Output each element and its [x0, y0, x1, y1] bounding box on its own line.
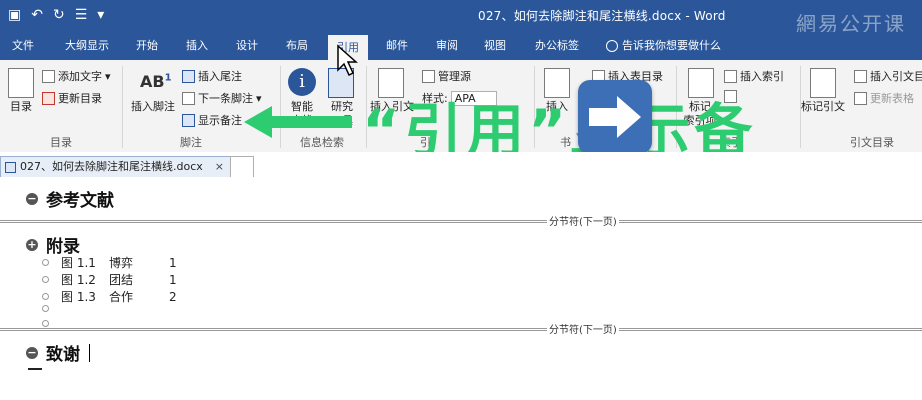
insert-table-of-authorities-button[interactable]: 插入引文目 — [854, 68, 922, 84]
show-notes-icon — [182, 113, 195, 127]
insert-footnote-icon: AB1 — [140, 72, 172, 91]
update-table-button[interactable]: 更新表格 — [854, 90, 914, 106]
list-item[interactable] — [42, 305, 61, 312]
list-item[interactable]: 图 1.1 博弈 1 — [42, 254, 177, 271]
next-footnote-button[interactable]: 下一条脚注 ▾ — [182, 90, 262, 106]
quick-access-toolbar: ▣ ↶ ↻ ☰ ▾ — [8, 6, 104, 24]
tab-view[interactable]: 视图 — [478, 32, 512, 60]
window-title: 027、如何去除脚注和尾注横线.docx - Word — [478, 9, 726, 23]
group-separator — [122, 66, 123, 148]
add-text-icon — [42, 69, 55, 83]
document-tab-strip: 027、如何去除脚注和尾注横线.docx × — [0, 152, 922, 179]
expand-icon[interactable]: + — [26, 238, 38, 251]
group-label-toc: 目录 — [50, 136, 72, 149]
outline-bullet-icon — [42, 276, 49, 283]
tab-office-tab[interactable]: 办公标签 — [528, 32, 586, 60]
tab-home[interactable]: 开始 — [130, 32, 164, 60]
tab-review[interactable]: 审阅 — [430, 32, 464, 60]
section-break: 分节符(下一页) — [0, 213, 922, 228]
text-cursor — [89, 343, 90, 362]
right-arrow-emoji-icon — [578, 80, 652, 154]
manage-sources-icon — [422, 69, 435, 83]
insert-toa-icon — [854, 69, 867, 83]
add-text-button[interactable]: 添加文字 ▾ — [42, 68, 111, 84]
tab-mailings[interactable]: 邮件 — [380, 32, 414, 60]
heading-references[interactable]: − 参考文献 — [26, 186, 114, 211]
ribbon-tabs: 文件 大纲显示 开始 插入 设计 布局 引用 邮件 审阅 视图 办公标签 告诉我… — [0, 32, 922, 60]
underline-mark — [28, 368, 42, 370]
customize-icon[interactable]: ▾ — [97, 6, 104, 24]
document-tab-title: 027、如何去除脚注和尾注横线.docx — [20, 160, 203, 173]
word-doc-icon — [5, 161, 16, 173]
bullets-icon[interactable]: ☰ — [75, 6, 88, 24]
group-label-footnotes: 脚注 — [180, 136, 202, 149]
mouse-cursor-icon — [337, 44, 358, 77]
insert-footnote-button[interactable]: 插入脚注 — [128, 100, 178, 114]
update-toc-button[interactable]: 更新目录 — [42, 90, 102, 106]
list-item[interactable]: 图 1.2 团结 1 — [42, 271, 177, 288]
document-body[interactable]: − 参考文献 分节符(下一页) + 附录 图 1.1 博弈 1 图 1.2 团结… — [0, 178, 922, 400]
tell-me-text: 告诉我你想要做什么 — [622, 39, 721, 52]
next-footnote-icon — [182, 91, 195, 105]
show-notes-button[interactable]: 显示备注 — [182, 112, 242, 128]
update-icon — [42, 91, 55, 105]
save-icon[interactable]: ▣ — [8, 6, 21, 24]
insert-endnote-icon — [182, 69, 195, 83]
outline-bullet-icon — [42, 293, 49, 300]
tab-layout[interactable]: 布局 — [280, 32, 314, 60]
group-label-toa: 引文目录 — [850, 136, 894, 149]
update-table-icon — [854, 91, 867, 105]
tab-file[interactable]: 文件 — [4, 32, 42, 60]
list-item[interactable]: 图 1.3 合作 2 — [42, 288, 177, 305]
toc-button[interactable]: 目录 — [6, 100, 36, 114]
title-bar: ▣ ↶ ↻ ☰ ▾ 027、如何去除脚注和尾注横线.docx - Word 網易… — [0, 0, 922, 36]
collapse-icon[interactable]: − — [26, 346, 38, 359]
smart-lookup-icon: i — [288, 68, 316, 96]
green-arrow-icon — [244, 106, 352, 138]
insert-index-icon — [724, 69, 737, 83]
insert-index-button[interactable]: 插入索引 — [724, 68, 784, 84]
heading-acknowledgements[interactable]: − 致谢 — [26, 340, 90, 365]
collapse-icon[interactable]: − — [26, 192, 38, 205]
redo-icon[interactable]: ↻ — [53, 6, 65, 24]
outline-bullet-icon — [42, 305, 49, 312]
outline-bullet-icon — [42, 259, 49, 266]
mark-citation-icon — [810, 68, 836, 98]
close-icon[interactable]: × — [215, 157, 224, 177]
insert-endnote-button[interactable]: 插入尾注 — [182, 68, 242, 84]
table-of-contents-icon — [8, 68, 34, 98]
tab-insert[interactable]: 插入 — [180, 32, 214, 60]
tell-me-box[interactable]: 告诉我你想要做什么 — [606, 32, 721, 60]
lightbulb-icon — [606, 40, 618, 52]
section-break: 分节符(下一页) — [0, 321, 922, 336]
manage-sources-button[interactable]: 管理源 — [422, 68, 471, 84]
tab-design[interactable]: 设计 — [230, 32, 264, 60]
new-tab-button[interactable] — [230, 156, 254, 177]
document-tab[interactable]: 027、如何去除脚注和尾注横线.docx × — [0, 156, 231, 177]
undo-icon[interactable]: ↶ — [31, 6, 43, 24]
mark-citation-button[interactable]: 标记引文 — [798, 100, 848, 114]
tab-outline[interactable]: 大纲显示 — [58, 32, 116, 60]
